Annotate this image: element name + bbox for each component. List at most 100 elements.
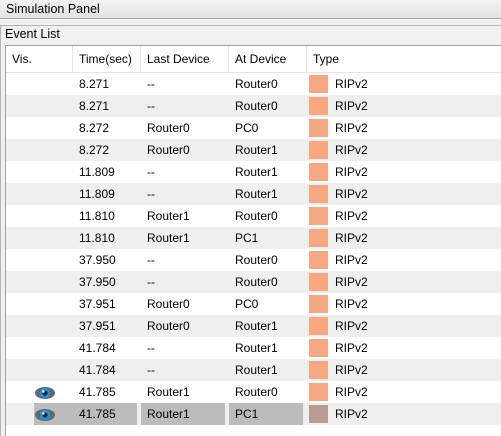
table-header: Vis. Time(sec) Last Device At Device Typ… xyxy=(6,46,501,73)
at-device-cell: Router0 xyxy=(235,209,278,223)
at-device-cell: Router0 xyxy=(235,253,278,267)
at-device-cell: PC1 xyxy=(229,403,303,425)
vis-cell[interactable] xyxy=(6,139,73,161)
vis-cell[interactable] xyxy=(6,293,73,315)
table-row[interactable]: 37.951 Router0 Router1 RIPv2 xyxy=(6,315,501,337)
at-device-cell: Router1 xyxy=(235,319,278,333)
last-device-cell: -- xyxy=(147,341,155,355)
type-cell: RIPv2 xyxy=(335,143,368,157)
time-cell: 37.950 xyxy=(79,253,116,267)
type-cell: RIPv2 xyxy=(335,187,368,201)
table-row[interactable]: 11.810 Router1 Router0 RIPv2 xyxy=(6,205,501,227)
vis-cell[interactable] xyxy=(6,95,73,117)
vis-cell[interactable] xyxy=(6,337,73,359)
at-device-cell: Router1 xyxy=(235,363,278,377)
vis-cell[interactable] xyxy=(6,117,73,139)
last-device-cell: Router0 xyxy=(147,297,190,311)
table-row[interactable]: 37.951 Router0 PC0 RIPv2 xyxy=(6,293,501,315)
vis-cell[interactable] xyxy=(6,315,73,337)
type-cell: RIPv2 xyxy=(335,231,368,245)
vis-cell[interactable] xyxy=(6,271,73,293)
time-cell: 41.785 xyxy=(73,403,137,425)
time-cell: 41.785 xyxy=(79,385,116,399)
table-row[interactable]: 8.272 Router0 PC0 RIPv2 xyxy=(6,117,501,139)
table-row[interactable]: 41.784 -- Router1 RIPv2 xyxy=(6,337,501,359)
last-device-cell: Router0 xyxy=(147,143,190,157)
at-device-cell: Router0 xyxy=(235,385,278,399)
last-device-cell: -- xyxy=(147,77,155,91)
type-cell: RIPv2 xyxy=(335,253,368,267)
time-cell: 11.809 xyxy=(79,165,115,179)
table-row[interactable]: 41.785 Router1 PC1 RIPv2 xyxy=(6,403,501,425)
last-device-cell: Router1 xyxy=(147,231,190,245)
time-cell: 11.810 xyxy=(79,209,115,223)
type-cell: RIPv2 xyxy=(335,275,368,289)
time-cell: 8.271 xyxy=(79,77,110,91)
table-row[interactable]: 8.271 -- Router0 RIPv2 xyxy=(6,73,501,95)
last-device-cell: -- xyxy=(147,187,155,201)
type-cell: RIPv2 xyxy=(335,363,368,377)
last-device-cell: Router1 xyxy=(141,403,225,425)
at-device-cell: Router0 xyxy=(235,77,278,91)
table-row[interactable]: 41.785 Router1 Router0 RIPv2 xyxy=(6,381,501,403)
last-device-cell: Router0 xyxy=(147,319,190,333)
at-device-cell: Router1 xyxy=(235,187,278,201)
time-cell: 37.951 xyxy=(79,319,116,333)
type-color-swatch xyxy=(309,361,328,379)
vis-cell[interactable] xyxy=(6,381,73,403)
vis-cell[interactable] xyxy=(6,183,73,205)
table-row[interactable]: 41.784 -- Router1 RIPv2 xyxy=(6,359,501,381)
vis-cell[interactable] xyxy=(6,205,73,227)
type-color-swatch xyxy=(309,383,328,401)
table-row[interactable]: 37.950 -- Router0 RIPv2 xyxy=(6,249,501,271)
time-cell: 37.951 xyxy=(79,297,116,311)
time-cell: 8.271 xyxy=(79,99,110,113)
last-device-cell: -- xyxy=(147,253,155,267)
column-header-at-device[interactable]: At Device xyxy=(229,46,307,72)
type-color-swatch xyxy=(309,207,328,225)
table-row[interactable]: 11.810 Router1 PC1 RIPv2 xyxy=(6,227,501,249)
eye-icon[interactable] xyxy=(34,385,56,399)
time-cell: 11.809 xyxy=(79,187,115,201)
at-device-cell: PC1 xyxy=(235,231,259,245)
event-rows: 8.271 -- Router0 RIPv2 8.271 -- Router0 RIPv2 8.… xyxy=(6,73,501,425)
table-row[interactable]: 8.271 -- Router0 RIPv2 xyxy=(6,95,501,117)
column-header-type[interactable]: Type xyxy=(307,46,501,72)
vis-cell[interactable] xyxy=(34,403,73,425)
type-color-swatch xyxy=(309,75,328,93)
panel-title: Simulation Panel xyxy=(6,2,100,16)
type-cell: RIPv2 xyxy=(335,407,368,421)
column-header-last-device[interactable]: Last Device xyxy=(141,46,229,72)
type-cell: RIPv2 xyxy=(335,297,368,311)
column-header-time[interactable]: Time(sec) xyxy=(73,46,141,72)
last-device-cell: Router1 xyxy=(147,385,190,399)
type-color-swatch xyxy=(309,295,328,313)
type-color-swatch xyxy=(309,339,328,357)
eye-icon[interactable] xyxy=(34,407,56,421)
vis-cell[interactable] xyxy=(6,249,73,271)
table-row[interactable]: 8.272 Router0 Router1 RIPv2 xyxy=(6,139,501,161)
at-device-cell: Router1 xyxy=(235,341,278,355)
vis-cell[interactable] xyxy=(6,73,73,95)
time-cell: 8.272 xyxy=(79,143,110,157)
type-cell: RIPv2 xyxy=(335,165,368,179)
time-cell: 37.950 xyxy=(79,275,116,289)
type-color-swatch xyxy=(309,251,328,269)
type-cell: RIPv2 xyxy=(335,121,368,135)
table-row[interactable]: 11.809 -- Router1 RIPv2 xyxy=(6,183,501,205)
at-device-cell: Router1 xyxy=(235,143,278,157)
vis-cell[interactable] xyxy=(6,227,73,249)
last-device-cell: -- xyxy=(147,363,155,377)
type-cell: RIPv2 xyxy=(335,319,368,333)
table-row[interactable]: 37.950 -- Router0 RIPv2 xyxy=(6,271,501,293)
type-cell: RIPv2 xyxy=(335,77,368,91)
table-row[interactable]: 11.809 -- Router1 RIPv2 xyxy=(6,161,501,183)
last-device-cell: Router0 xyxy=(147,121,190,135)
column-header-vis[interactable]: Vis. xyxy=(6,46,73,72)
at-device-cell: PC0 xyxy=(235,121,259,135)
type-cell: RIPv2 xyxy=(335,385,368,399)
vis-cell[interactable] xyxy=(6,359,73,381)
type-color-swatch xyxy=(309,163,328,181)
vis-cell[interactable] xyxy=(6,161,73,183)
at-device-cell: Router0 xyxy=(235,275,278,289)
